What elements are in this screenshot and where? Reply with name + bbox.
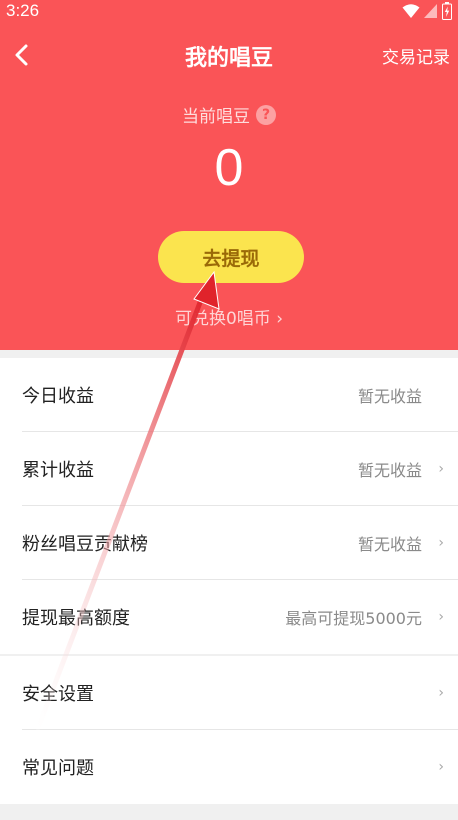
balance-label-row: 当前唱豆 ? bbox=[0, 102, 458, 127]
signal-icon bbox=[424, 4, 437, 18]
exchange-text: 可兑换0唱币 bbox=[174, 309, 271, 329]
list-item-today-earnings[interactable]: 今日收益 暂无收益 bbox=[0, 358, 458, 432]
question-mark-icon[interactable]: ? bbox=[256, 104, 276, 125]
list-item-value: 暂无收益 bbox=[357, 461, 422, 480]
earnings-list: 今日收益 暂无收益 累计收益 暂无收益 › 粉丝唱豆贡献榜 暂无收益 › 提现最… bbox=[0, 358, 458, 654]
chevron-right-icon: › bbox=[438, 609, 444, 625]
list-item-label: 粉丝唱豆贡献榜 bbox=[22, 534, 148, 555]
withdraw-button[interactable]: 去提现 bbox=[158, 231, 304, 283]
list-item-label: 累计收益 bbox=[22, 460, 94, 481]
balance-header: 3:26 我的唱豆 交易记录 当前唱豆 ? 0 去提现 可兑换0唱币 › bbox=[0, 0, 458, 350]
chevron-right-icon: › bbox=[438, 535, 444, 551]
chevron-right-icon: › bbox=[438, 685, 444, 701]
status-bar: 3:26 bbox=[0, 0, 458, 24]
chevron-right-icon: › bbox=[438, 759, 444, 775]
list-item-label: 今日收益 bbox=[22, 386, 94, 407]
balance-label: 当前唱豆 bbox=[182, 107, 250, 127]
balance-value: 0 bbox=[214, 139, 244, 197]
settings-list: 安全设置 › 常见问题 › bbox=[0, 656, 458, 804]
status-time: 3:26 bbox=[6, 1, 40, 20]
list-item-value: 暂无收益 bbox=[357, 535, 422, 554]
status-icons bbox=[402, 2, 452, 20]
list-item-withdraw-limit[interactable]: 提现最高额度 最高可提现5000元 › bbox=[0, 580, 458, 654]
exchange-link[interactable]: 可兑换0唱币 › bbox=[0, 304, 458, 329]
list-item-faq[interactable]: 常见问题 › bbox=[0, 730, 458, 804]
nav-bar: 我的唱豆 交易记录 bbox=[0, 34, 458, 78]
list-item-total-earnings[interactable]: 累计收益 暂无收益 › bbox=[0, 432, 458, 506]
list-item-label: 提现最高额度 bbox=[22, 608, 130, 629]
chevron-right-icon: › bbox=[438, 461, 444, 477]
list-item-fan-contribution[interactable]: 粉丝唱豆贡献榜 暂无收益 › bbox=[0, 506, 458, 580]
wifi-icon bbox=[402, 4, 420, 18]
list-item-label: 安全设置 bbox=[22, 684, 94, 705]
battery-icon bbox=[442, 2, 452, 20]
list-item-value: 暂无收益 bbox=[357, 387, 422, 406]
list-item-label: 常见问题 bbox=[22, 758, 94, 779]
chevron-right-icon: › bbox=[276, 309, 284, 329]
list-item-value: 最高可提现5000元 bbox=[285, 609, 422, 628]
transaction-record-link[interactable]: 交易记录 bbox=[382, 43, 450, 68]
list-item-security-settings[interactable]: 安全设置 › bbox=[0, 656, 458, 730]
